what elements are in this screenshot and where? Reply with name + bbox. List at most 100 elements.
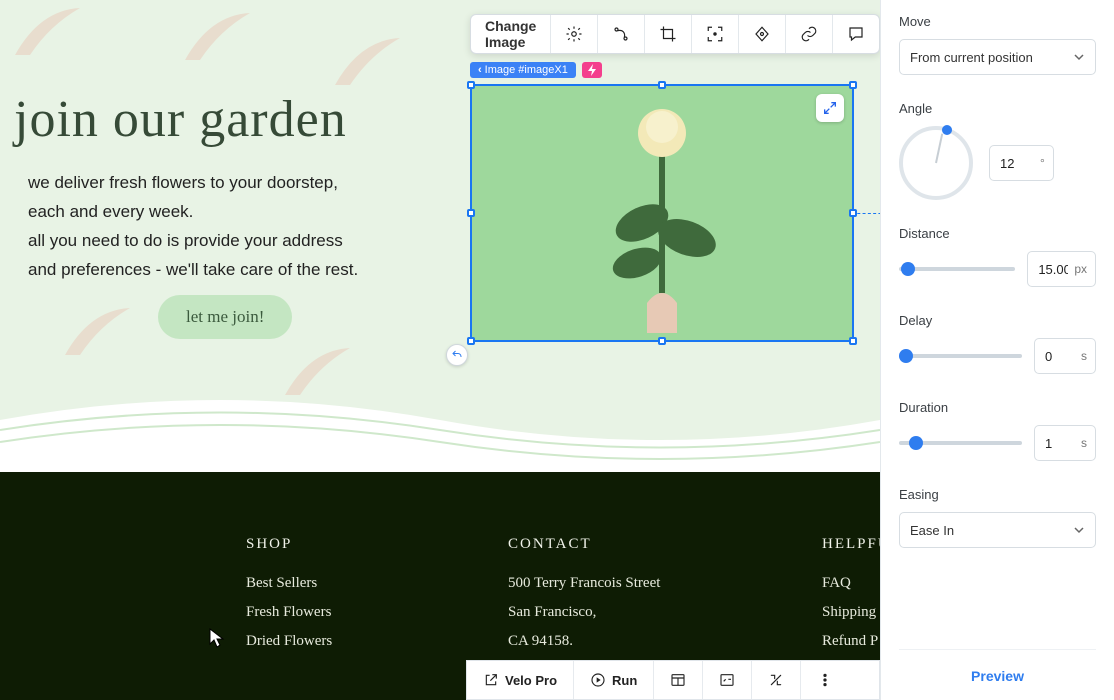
comment-icon[interactable] xyxy=(833,15,879,53)
delay-value[interactable] xyxy=(1043,348,1077,365)
velo-pro-button[interactable]: Velo Pro xyxy=(467,661,574,699)
resize-handle[interactable] xyxy=(849,81,857,89)
element-id-tag[interactable]: ‹ Image #imageX1 xyxy=(470,62,602,78)
hero-line: each and every week. xyxy=(28,202,193,221)
crop-icon[interactable] xyxy=(645,15,692,53)
hero-title: join our garden xyxy=(14,90,347,149)
footer-link[interactable]: FAQ xyxy=(822,575,880,592)
duration-value[interactable] xyxy=(1043,435,1077,452)
easing-group: Easing Ease In xyxy=(899,487,1096,548)
distance-unit: px xyxy=(1074,262,1087,276)
footer-text: San Francisco, xyxy=(508,604,660,621)
footer-link[interactable]: Dried Flowers xyxy=(246,633,332,650)
footer-link[interactable]: Shipping xyxy=(822,604,880,621)
distance-input[interactable]: px xyxy=(1027,251,1096,287)
animation-icon[interactable] xyxy=(598,15,645,53)
wave-divider xyxy=(0,380,880,470)
distance-group: Distance px xyxy=(899,226,1096,287)
resize-handle[interactable] xyxy=(467,337,475,345)
chevron-down-icon xyxy=(1073,51,1085,63)
move-dropdown[interactable]: From current position xyxy=(899,39,1096,75)
run-button[interactable]: Run xyxy=(574,661,654,699)
footer-link[interactable]: Fresh Flowers xyxy=(246,604,332,621)
hero-line: and preferences - we'll take care of the… xyxy=(28,260,358,279)
resize-handle[interactable] xyxy=(849,209,857,217)
link-icon[interactable] xyxy=(786,15,833,53)
change-image-button[interactable]: Change Image xyxy=(471,15,551,53)
leaf-decoration xyxy=(10,0,90,60)
external-link-icon xyxy=(483,672,499,688)
velo-pro-label: Velo Pro xyxy=(505,673,557,688)
easing-label: Easing xyxy=(899,487,1096,502)
footer-text: CA 94158. xyxy=(508,633,660,650)
move-group: Move From current position xyxy=(899,14,1096,75)
move-label: Move xyxy=(899,14,1096,29)
let-me-join-button[interactable]: let me join! xyxy=(158,295,292,339)
footer-help-column: HELPFU FAQ Shipping Refund P xyxy=(822,536,880,662)
footer-contact-column: CONTACT 500 Terry Francois Street San Fr… xyxy=(508,536,660,662)
resize-handle[interactable] xyxy=(467,209,475,217)
delay-group: Delay s xyxy=(899,313,1096,374)
delay-input[interactable]: s xyxy=(1034,338,1096,374)
preview-button[interactable]: Preview xyxy=(899,649,1096,700)
leaf-decoration xyxy=(60,300,140,360)
ide-layout-icon[interactable] xyxy=(654,661,703,699)
leaf-decoration xyxy=(180,5,260,65)
animation-panel-icon[interactable] xyxy=(739,15,786,53)
undo-button[interactable] xyxy=(446,344,468,366)
duration-label: Duration xyxy=(899,400,1096,415)
hero-copy: we deliver fresh flowers to your doorste… xyxy=(28,168,438,284)
hero-line: all you need to do is provide your addre… xyxy=(28,231,343,250)
angle-dial[interactable] xyxy=(899,126,973,200)
angle-input[interactable]: ° xyxy=(989,145,1054,181)
bottom-toolbar: Velo Pro Run xyxy=(466,660,880,700)
editor-canvas[interactable]: join our garden we deliver fresh flowers… xyxy=(0,0,880,700)
footer-link[interactable]: Refund P xyxy=(822,633,880,650)
footer-heading: CONTACT xyxy=(508,536,660,553)
settings-icon[interactable] xyxy=(551,15,598,53)
angle-knob[interactable] xyxy=(942,125,952,135)
element-id-label: Image #imageX1 xyxy=(485,64,568,76)
easing-dropdown[interactable]: Ease In xyxy=(899,512,1096,548)
leaf-decoration xyxy=(280,340,360,400)
resize-handle[interactable] xyxy=(467,81,475,89)
selected-image-element[interactable]: ‹ Image #imageX1 xyxy=(470,84,854,342)
element-toolbar: Change Image xyxy=(470,14,880,54)
focal-point-icon[interactable] xyxy=(692,15,739,53)
angle-value[interactable] xyxy=(998,155,1036,172)
footer-link[interactable]: Best Sellers xyxy=(246,575,332,592)
run-label: Run xyxy=(612,673,637,688)
delay-unit: s xyxy=(1081,349,1087,363)
expand-icon[interactable] xyxy=(816,94,844,122)
chevron-down-icon xyxy=(1073,524,1085,536)
delay-slider[interactable] xyxy=(899,354,1022,358)
footer-heading: HELPFU xyxy=(822,536,880,553)
play-icon xyxy=(590,672,606,688)
duration-group: Duration s xyxy=(899,400,1096,461)
resize-handle[interactable] xyxy=(849,337,857,345)
resize-handle[interactable] xyxy=(658,81,666,89)
hero-line: we deliver fresh flowers to your doorste… xyxy=(28,173,338,192)
distance-label: Distance xyxy=(899,226,1096,241)
distance-slider[interactable] xyxy=(899,267,1015,271)
duration-slider[interactable] xyxy=(899,441,1022,445)
resize-handle[interactable] xyxy=(658,337,666,345)
angle-unit: ° xyxy=(1040,156,1045,170)
duration-unit: s xyxy=(1081,436,1087,450)
more-icon[interactable] xyxy=(801,661,849,699)
delay-label: Delay xyxy=(899,313,1096,328)
easing-value: Ease In xyxy=(910,523,954,538)
flower-image-content xyxy=(587,93,737,333)
move-value: From current position xyxy=(910,50,1033,65)
distance-value[interactable] xyxy=(1036,261,1070,278)
footer-shop-column: SHOP Best Sellers Fresh Flowers Dried Fl… xyxy=(246,536,332,662)
angle-group: Angle ° xyxy=(899,101,1096,200)
footer-heading: SHOP xyxy=(246,536,332,553)
duration-input[interactable]: s xyxy=(1034,425,1096,461)
tag-chevron-left-icon: ‹ xyxy=(478,64,482,76)
angle-label: Angle xyxy=(899,101,1096,116)
lightning-icon[interactable] xyxy=(582,62,602,78)
maximize-icon[interactable] xyxy=(752,661,801,699)
leaf-decoration xyxy=(330,30,410,90)
code-panel-icon[interactable] xyxy=(703,661,752,699)
